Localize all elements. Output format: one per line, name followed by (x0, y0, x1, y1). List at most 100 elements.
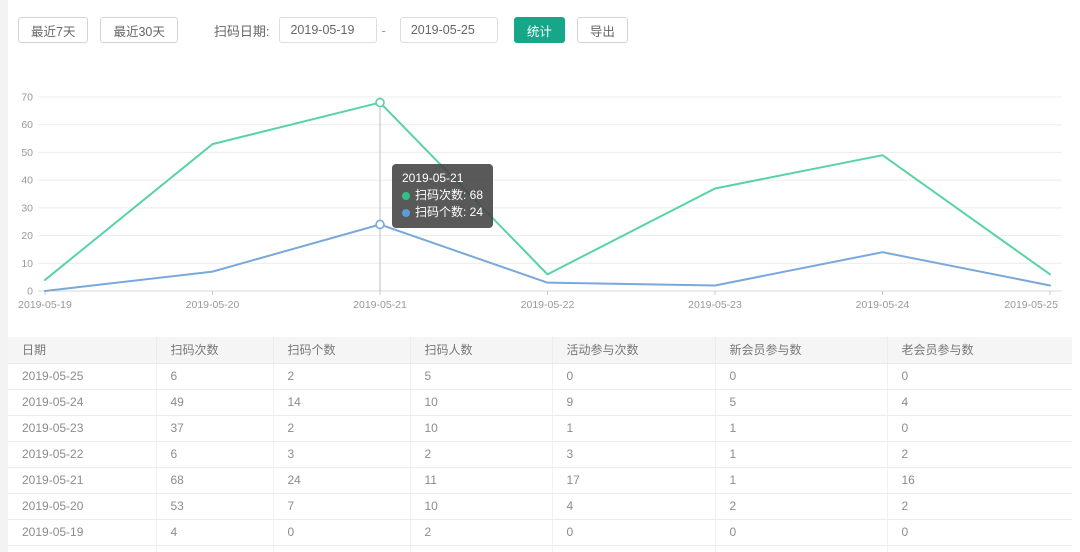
table-cell: 0 (552, 363, 715, 389)
table-cell: 2 (273, 415, 410, 441)
x-axis-tick-label: 2019-05-19 (18, 299, 72, 311)
table-cell: 10 (410, 389, 552, 415)
table-cell: 0 (715, 363, 887, 389)
series-line-0 (45, 103, 1050, 280)
table-cell (156, 545, 273, 552)
table-cell: 0 (273, 519, 410, 545)
table-cell: 4 (887, 389, 1072, 415)
table-column-header: 扫码个数 (273, 337, 410, 363)
table-cell: 1 (715, 441, 887, 467)
table-cell: 2019-05-21 (8, 467, 156, 493)
table-cell: 1 (715, 467, 887, 493)
table-cell (887, 545, 1072, 552)
scan-date-label: 扫码日期: (214, 21, 270, 40)
table-cell: 2 (410, 519, 552, 545)
table-cell: 2019-05-23 (8, 415, 156, 441)
y-axis-tick-label: 70 (21, 92, 33, 104)
table-cell: 0 (887, 415, 1072, 441)
table-cell: 2 (887, 493, 1072, 519)
y-axis-tick-label: 30 (21, 202, 33, 214)
date-from-input[interactable] (279, 17, 377, 43)
table-column-header: 扫码人数 (410, 337, 552, 363)
table-row: 2019-05-24491410954 (8, 389, 1072, 415)
export-button[interactable]: 导出 (577, 17, 628, 43)
table-cell (8, 545, 156, 552)
table-cell: 14 (273, 389, 410, 415)
table-cell: 0 (715, 519, 887, 545)
x-axis-tick-label: 2019-05-22 (521, 299, 575, 311)
table-cell (273, 545, 410, 552)
scan-stats-table: 日期扫码次数扫码个数扫码人数活动参与次数新会员参与数老会员参与数 2019-05… (8, 337, 1072, 552)
table-cell: 2 (273, 363, 410, 389)
quick-range-7d-button[interactable]: 最近7天 (18, 17, 88, 43)
x-axis-tick-label: 2019-05-25 (1004, 299, 1058, 311)
date-to-input[interactable] (400, 17, 498, 43)
hover-point-marker-1 (376, 220, 384, 228)
y-axis-tick-label: 50 (21, 147, 33, 159)
x-axis-tick-label: 2019-05-21 (353, 299, 407, 311)
table-cell: 0 (887, 363, 1072, 389)
scan-trend-chart[interactable]: 0 10 20 30 40 50 60 70 2019-05-19 2019-05-20 2019-… (0, 80, 1080, 320)
y-axis-tick-label: 10 (21, 258, 33, 270)
x-axis-tick-label: 2019-05-20 (186, 299, 240, 311)
table-header-row: 日期扫码次数扫码个数扫码人数活动参与次数新会员参与数老会员参与数 (8, 337, 1072, 363)
table-cell: 10 (410, 493, 552, 519)
table-row: 2019-05-25625000 (8, 363, 1072, 389)
table-column-header: 老会员参与数 (887, 337, 1072, 363)
table-column-header: 扫码次数 (156, 337, 273, 363)
table-row: 2019-05-2337210110 (8, 415, 1072, 441)
table-column-header: 活动参与次数 (552, 337, 715, 363)
table-cell: 1 (715, 415, 887, 441)
table-row: 2019-05-22632312 (8, 441, 1072, 467)
statistics-button[interactable]: 统计 (514, 17, 565, 43)
table-cell: 3 (552, 441, 715, 467)
table-cell: 2 (715, 493, 887, 519)
table-cell: 6 (156, 363, 273, 389)
table-cell: 68 (156, 467, 273, 493)
line-chart-canvas[interactable]: 0 10 20 30 40 50 60 70 2019-05-19 2019-05-20 2019-… (0, 80, 1080, 320)
y-axis-tick-label: 40 (21, 175, 33, 187)
table-cell: 37 (156, 415, 273, 441)
table-cell: 24 (273, 467, 410, 493)
x-axis-tick-label: 2019-05-23 (688, 299, 742, 311)
quick-range-30d-button[interactable]: 最近30天 (100, 17, 177, 43)
table-row: 2019-05-2053710422 (8, 493, 1072, 519)
table-cell: 10 (410, 415, 552, 441)
table-cell: 53 (156, 493, 273, 519)
table-cell (715, 545, 887, 552)
table-cell: 0 (552, 519, 715, 545)
table-cell: 49 (156, 389, 273, 415)
date-range-separator: - (381, 23, 385, 38)
table-cell: 5 (410, 363, 552, 389)
table-cell: 2 (410, 441, 552, 467)
y-axis-tick-label: 20 (21, 230, 33, 242)
table-cell: 1 (552, 415, 715, 441)
table-cell: 11 (410, 467, 552, 493)
table-cell: 9 (552, 389, 715, 415)
table-cell: 4 (156, 519, 273, 545)
table-cell: 2019-05-22 (8, 441, 156, 467)
table-cell: 2019-05-20 (8, 493, 156, 519)
table-cell: 6 (156, 441, 273, 467)
filter-toolbar: 最近7天 最近30天 扫码日期: - 统计 导出 (18, 16, 628, 44)
x-axis-tick-label: 2019-05-24 (856, 299, 910, 311)
table-cell: 4 (552, 493, 715, 519)
table-cell: 2 (887, 441, 1072, 467)
table-row: 2019-05-2168241117116 (8, 467, 1072, 493)
table-cell: 2019-05-24 (8, 389, 156, 415)
table-cell: 5 (715, 389, 887, 415)
table-cell: 0 (887, 519, 1072, 545)
series-line-1 (45, 224, 1050, 291)
table-cell (552, 545, 715, 552)
table-cell (410, 545, 552, 552)
table-column-header: 新会员参与数 (715, 337, 887, 363)
y-axis-tick-label: 60 (21, 119, 33, 131)
table-cell: 2019-05-19 (8, 519, 156, 545)
table-cell: 17 (552, 467, 715, 493)
hover-point-marker-0 (376, 99, 384, 107)
table-row: 2019-05-19402000 (8, 519, 1072, 545)
table-row-partial (8, 545, 1072, 552)
table-cell: 7 (273, 493, 410, 519)
table-column-header: 日期 (8, 337, 156, 363)
y-axis-tick-label: 0 (27, 286, 33, 298)
